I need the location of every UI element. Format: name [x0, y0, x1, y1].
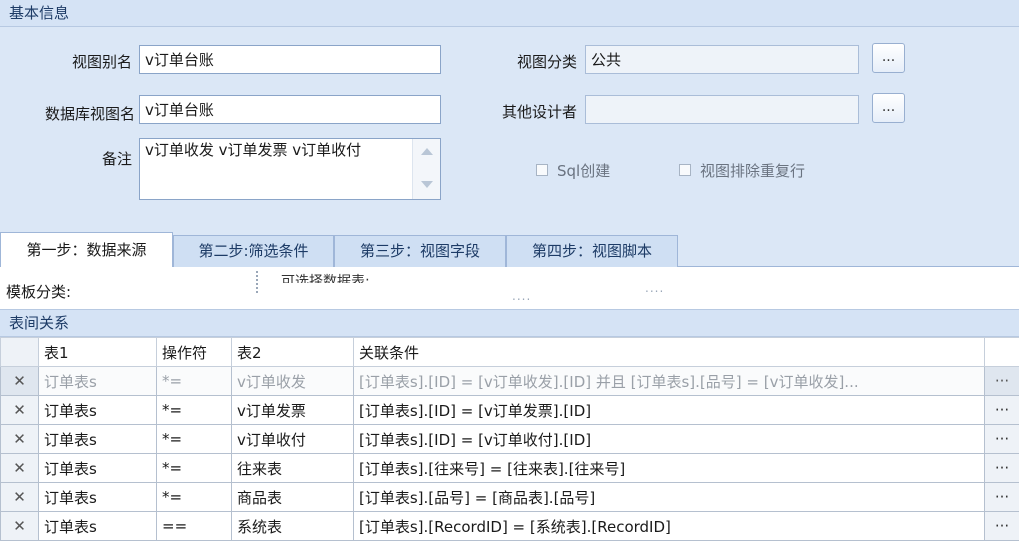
cell-operator[interactable]: *=: [156, 366, 232, 396]
splitter-handle[interactable]: [256, 271, 258, 293]
cell-table1[interactable]: 订单表s: [38, 453, 157, 483]
tab-view-script[interactable]: 第四步：视图脚本: [506, 235, 678, 267]
column-header-operator[interactable]: 操作符: [156, 337, 232, 367]
cell-join-condition[interactable]: [订单表s].[ID] = [v订单发票].[ID]: [353, 395, 985, 425]
db-view-name-input[interactable]: v订单台账: [139, 95, 441, 124]
cell-table2[interactable]: v订单收发: [231, 366, 354, 396]
cell-join-condition[interactable]: [订单表s].[ID] = [v订单收发].[ID] 并且 [订单表s].[品号…: [353, 366, 985, 396]
cell-table2[interactable]: 商品表: [231, 482, 354, 512]
edit-condition-button[interactable]: ···: [984, 366, 1019, 396]
edit-condition-button[interactable]: ···: [984, 482, 1019, 512]
cell-join-condition[interactable]: [订单表s].[RecordID] = [系统表].[RecordID]: [353, 511, 985, 541]
table-row[interactable]: ✕ 订单表s *= 商品表 [订单表s].[品号] = [商品表].[品号] ···: [0, 482, 1019, 512]
cell-operator[interactable]: ==: [156, 511, 232, 541]
datasource-strip: 模板分类: 可选择数据表: .... ....: [0, 267, 1019, 309]
view-alias-input[interactable]: v订单台账: [139, 45, 441, 74]
other-designers-field[interactable]: [585, 95, 859, 124]
table-row[interactable]: ✕ 订单表s *= v订单收发 [订单表s].[ID] = [v订单收发].[ID] 并…: [0, 366, 1019, 396]
basic-info-panel: 基本信息 视图别名 v订单台账 数据库视图名 v订单台账 备注 v订单收发 v订…: [0, 0, 1019, 232]
cell-table2[interactable]: v订单收付: [231, 424, 354, 454]
grid-body: ✕ 订单表s *= v订单收发 [订单表s].[ID] = [v订单收发].[ID] 并…: [0, 366, 1019, 541]
edit-condition-button[interactable]: ···: [984, 453, 1019, 483]
sql-create-checkbox[interactable]: [536, 164, 548, 176]
wizard-tabs: 第一步：数据来源 第二步:筛选条件 第三步：视图字段 第四步：视图脚本: [0, 232, 1019, 268]
view-alias-label: 视图别名: [71, 53, 132, 71]
cell-operator[interactable]: *=: [156, 395, 232, 425]
view-category-field[interactable]: 公共: [585, 45, 859, 74]
dedupe-label: 视图排除重复行: [700, 162, 806, 180]
relations-grid: 表1 操作符 表2 关联条件 ✕ 订单表s *= v订单收发 [订单表s].[ID] =…: [0, 337, 1019, 560]
cell-operator[interactable]: *=: [156, 453, 232, 483]
cell-operator[interactable]: *=: [156, 482, 232, 512]
tab-data-source[interactable]: 第一步：数据来源: [0, 232, 173, 268]
remarks-scrollbar[interactable]: [412, 139, 440, 199]
grid-header-row: 表1 操作符 表2 关联条件: [0, 337, 1019, 367]
cell-table1[interactable]: 订单表s: [38, 424, 157, 454]
other-designers-browse-button[interactable]: ...: [872, 93, 905, 123]
remarks-textarea[interactable]: v订单收发 v订单发票 v订单收付: [139, 138, 441, 200]
edit-condition-button[interactable]: ···: [984, 424, 1019, 454]
delete-row-icon[interactable]: ✕: [0, 453, 39, 483]
table-row[interactable]: ✕ 订单表s *= 往来表 [订单表s].[往来号] = [往来表].[往来号] ···: [0, 453, 1019, 483]
cell-table2[interactable]: 往来表: [231, 453, 354, 483]
cell-table1[interactable]: 订单表s: [38, 511, 157, 541]
scroll-down-icon[interactable]: [421, 181, 433, 188]
delete-row-icon[interactable]: ✕: [0, 366, 39, 396]
edit-condition-button[interactable]: ···: [984, 511, 1019, 541]
cell-join-condition[interactable]: [订单表s].[往来号] = [往来表].[往来号]: [353, 453, 985, 483]
template-category-label: 模板分类:: [6, 283, 72, 301]
column-header-join-condition[interactable]: 关联条件: [353, 337, 985, 367]
tab-filter-conditions[interactable]: 第二步:筛选条件: [173, 235, 334, 267]
more-column-header: [984, 337, 1019, 367]
scroll-up-icon[interactable]: [421, 148, 433, 155]
delete-row-icon[interactable]: ✕: [0, 482, 39, 512]
remarks-label: 备注: [101, 150, 132, 168]
cell-join-condition[interactable]: [订单表s].[ID] = [v订单收付].[ID]: [353, 424, 985, 454]
cell-join-condition[interactable]: [订单表s].[品号] = [商品表].[品号]: [353, 482, 985, 512]
basic-info-header: 基本信息: [0, 0, 1019, 27]
delete-column-header: [0, 337, 39, 367]
cell-table2[interactable]: v订单发票: [231, 395, 354, 425]
view-category-browse-button[interactable]: ...: [872, 43, 905, 73]
sql-create-label: Sql创建: [557, 162, 611, 180]
dedupe-checkbox[interactable]: [679, 164, 691, 176]
relations-table: 表1 操作符 表2 关联条件 ✕ 订单表s *= v订单收发 [订单表s].[ID] =…: [0, 337, 1019, 541]
table-row[interactable]: ✕ 订单表s == 系统表 [订单表s].[RecordID] = [系统表].[Rec…: [0, 511, 1019, 541]
column-header-table2[interactable]: 表2: [231, 337, 354, 367]
tab-view-fields[interactable]: 第三步：视图字段: [334, 235, 506, 267]
column-header-table1[interactable]: 表1: [38, 337, 157, 367]
view-category-label: 视图分类: [516, 53, 577, 71]
right-resize-dots[interactable]: ....: [645, 281, 664, 295]
delete-row-icon[interactable]: ✕: [0, 511, 39, 541]
cell-table1[interactable]: 订单表s: [38, 366, 157, 396]
cell-table1[interactable]: 订单表s: [38, 482, 157, 512]
cell-table2[interactable]: 系统表: [231, 511, 354, 541]
other-designers-label: 其他设计者: [501, 103, 577, 121]
edit-condition-button[interactable]: ···: [984, 395, 1019, 425]
table-row[interactable]: ✕ 订单表s *= v订单发票 [订单表s].[ID] = [v订单发票].[ID] ··…: [0, 395, 1019, 425]
selectable-tables-label: 可选择数据表:: [281, 274, 370, 283]
db-view-name-label: 数据库视图名: [44, 105, 135, 123]
remarks-text: v订单收发 v订单发票 v订单收付: [145, 141, 362, 159]
table-row[interactable]: ✕ 订单表s *= v订单收付 [订单表s].[ID] = [v订单收付].[ID] ··…: [0, 424, 1019, 454]
cell-operator[interactable]: *=: [156, 424, 232, 454]
delete-row-icon[interactable]: ✕: [0, 424, 39, 454]
relations-header: 表间关系: [0, 309, 1019, 337]
left-resize-dots[interactable]: ....: [512, 289, 531, 303]
delete-row-icon[interactable]: ✕: [0, 395, 39, 425]
cell-table1[interactable]: 订单表s: [38, 395, 157, 425]
